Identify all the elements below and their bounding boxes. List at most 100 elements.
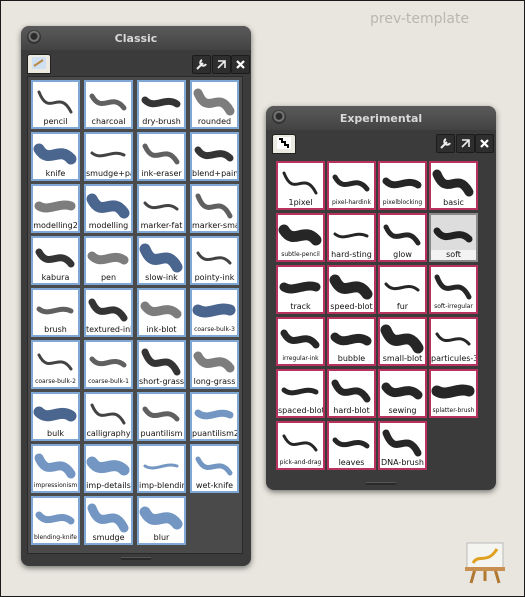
- brush-knife[interactable]: knife: [31, 132, 80, 181]
- brush-puantilism[interactable]: puantilism: [137, 392, 186, 441]
- brush-modelling2[interactable]: modelling2: [31, 184, 80, 233]
- brush-textured-ink[interactable]: textured-ink: [84, 288, 133, 337]
- brush-long-grass[interactable]: long-grass: [190, 340, 239, 389]
- brush-leaves[interactable]: leaves: [327, 421, 376, 470]
- settings-button[interactable]: [192, 55, 211, 74]
- brush-pixelblocking[interactable]: pixelblocking: [378, 161, 427, 210]
- brush-label: 1pixel: [278, 198, 323, 208]
- brush-label: brush: [33, 325, 78, 335]
- brush-pixel-hardink[interactable]: pixel-hardink: [327, 161, 376, 210]
- brush-label: soft-irregular: [431, 302, 476, 312]
- brush-label: particules-3: [431, 354, 476, 364]
- brush-marker-fat[interactable]: marker-fat: [137, 184, 186, 233]
- undock-button[interactable]: [456, 134, 475, 153]
- brush-label: kabura: [33, 273, 78, 283]
- brush-label: spaced-blot: [278, 406, 323, 416]
- brush-subtle-pencil[interactable]: subtle-pencil: [276, 213, 325, 262]
- brush-label: slow-ink: [139, 273, 184, 283]
- settings-button[interactable]: [436, 134, 455, 153]
- classic-brush-grid: pencil charcoal dry-brush rounded knife smudg…: [27, 76, 243, 554]
- brush-speed-blot[interactable]: speed-blot: [327, 265, 376, 314]
- close-button[interactable]: [231, 55, 250, 74]
- brush-ink-blot[interactable]: ink-blot: [137, 288, 186, 337]
- experimental-brush-grid: 1pixel pixel-hardink pixelblocking basic sub…: [272, 156, 486, 476]
- brush-fur[interactable]: fur: [378, 265, 427, 314]
- experimental-tab[interactable]: [272, 134, 296, 154]
- brush-label: bubble: [329, 354, 374, 364]
- brush-label: wet-knife: [192, 481, 237, 491]
- brush-sewing[interactable]: sewing: [378, 369, 427, 418]
- brush-brush[interactable]: brush: [31, 288, 80, 337]
- brush-kabura[interactable]: kabura: [31, 236, 80, 285]
- brush-label: pointy-ink: [192, 273, 237, 283]
- close-icon: [236, 60, 245, 69]
- brush-dna-brush[interactable]: DNA-brush: [378, 421, 427, 470]
- brush-pointy-ink[interactable]: pointy-ink: [190, 236, 239, 285]
- brush-charcoal[interactable]: charcoal: [84, 80, 133, 129]
- brush-small-blot[interactable]: small-blot: [378, 317, 427, 366]
- brush-label: pixelblocking: [380, 198, 425, 208]
- brush-coarse-bulk-2[interactable]: coarse-bulk-2: [31, 340, 80, 389]
- brush-soft[interactable]: soft: [429, 213, 478, 262]
- brush-short-grass[interactable]: short-grass: [137, 340, 186, 389]
- brush-hard-blot[interactable]: hard-blot: [327, 369, 376, 418]
- brush-slow-ink[interactable]: slow-ink: [137, 236, 186, 285]
- brush-calligraphy[interactable]: calligraphy: [84, 392, 133, 441]
- brush-spaced-blot[interactable]: spaced-blot: [276, 369, 325, 418]
- brush-label: soft: [431, 250, 476, 260]
- brush-particules-3[interactable]: particules-3: [429, 317, 478, 366]
- brush-imp-blending[interactable]: imp-blending: [137, 444, 186, 493]
- classic-tab[interactable]: [27, 54, 51, 74]
- brush-wet-knife[interactable]: wet-knife: [190, 444, 239, 493]
- brush-label: subtle-pencil: [278, 250, 323, 260]
- brush-soft-irregular[interactable]: soft-irregular: [429, 265, 478, 314]
- undock-button[interactable]: [212, 55, 231, 74]
- brush-label: long-grass: [192, 377, 237, 387]
- brush-pen[interactable]: pen: [84, 236, 133, 285]
- mypaint-easel-icon: [465, 542, 505, 584]
- experimental-titlebar[interactable]: Experimental: [266, 106, 496, 130]
- brush-irregular-ink[interactable]: irregular-ink: [276, 317, 325, 366]
- brush-impressionism[interactable]: impressionism: [31, 444, 80, 493]
- brush-splatter-brush[interactable]: splatter-brush: [429, 369, 478, 418]
- brush-label: rounded: [192, 117, 237, 127]
- brush-smudge[interactable]: smudge: [84, 496, 133, 545]
- brush-puantilism2[interactable]: puantilism2: [190, 392, 239, 441]
- brush-marker-small[interactable]: marker-small: [190, 184, 239, 233]
- brush-ink-eraser[interactable]: ink-eraser: [137, 132, 186, 181]
- brush-hard-sting[interactable]: hard-sting: [327, 213, 376, 262]
- brush-pencil[interactable]: pencil: [31, 80, 80, 129]
- arrow-icon: [217, 60, 226, 69]
- brush-blend-plus-paint[interactable]: blend+paint: [190, 132, 239, 181]
- brush-smudge-plus-paint[interactable]: smudge+paint: [84, 132, 133, 181]
- wrench-icon: [440, 138, 451, 149]
- brush-1pixel[interactable]: 1pixel: [276, 161, 325, 210]
- brush-label: charcoal: [86, 117, 131, 127]
- brush-basic[interactable]: basic: [429, 161, 478, 210]
- brush-bubble[interactable]: bubble: [327, 317, 376, 366]
- brush-label: pencil: [33, 117, 78, 127]
- brush-dry-brush[interactable]: dry-brush: [137, 80, 186, 129]
- resize-grip[interactable]: [121, 557, 151, 560]
- resize-grip[interactable]: [366, 482, 396, 485]
- brush-modelling[interactable]: modelling: [84, 184, 133, 233]
- brush-blur[interactable]: blur: [137, 496, 186, 545]
- brush-imp-details[interactable]: imp-details: [84, 444, 133, 493]
- brush-glow[interactable]: glow: [378, 213, 427, 262]
- brush-rounded[interactable]: rounded: [190, 80, 239, 129]
- brush-pick-and-drag[interactable]: pick-and-drag: [276, 421, 325, 470]
- brush-track[interactable]: track: [276, 265, 325, 314]
- classic-titlebar[interactable]: Classic: [21, 26, 251, 50]
- brush-blending-knife[interactable]: blending-knife: [31, 496, 80, 545]
- experimental-panel: Experimental 1pixel pixel-hardink pixelblo…: [266, 106, 496, 490]
- brush-coarse-bulk-1[interactable]: coarse-bulk-1: [84, 340, 133, 389]
- brush-label: calligraphy: [86, 429, 131, 439]
- brush-label: imp-blending: [139, 481, 184, 491]
- brush-bulk[interactable]: bulk: [31, 392, 80, 441]
- brush-label: blend+paint: [192, 169, 237, 179]
- close-button[interactable]: [475, 134, 494, 153]
- brush-label: imp-details: [86, 481, 131, 491]
- brush-label: track: [278, 302, 323, 312]
- brush-label: small-blot: [380, 354, 425, 364]
- brush-coarse-bulk-3[interactable]: coarse-bulk-3: [190, 288, 239, 337]
